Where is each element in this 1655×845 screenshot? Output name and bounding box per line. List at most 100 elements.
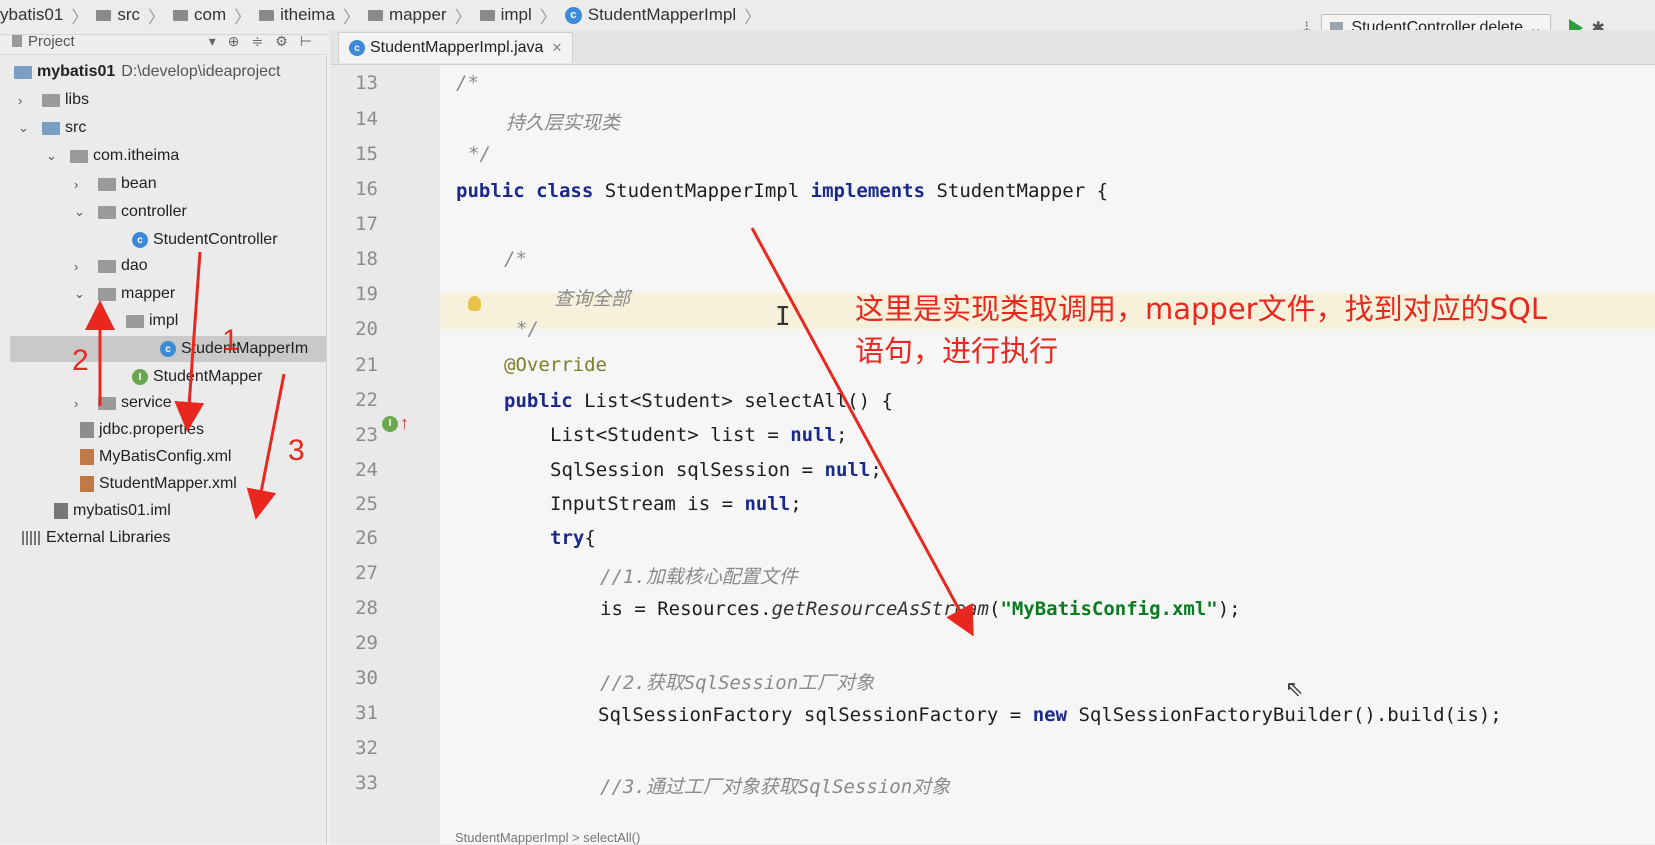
tree-label: StudentMapperIm [181,340,309,357]
line-number: 26 [355,527,378,549]
breadcrumb-item-project[interactable]: ybatis01 〉 [0,3,88,28]
code-text: ; [870,459,882,481]
tree-item-student-mapper[interactable]: I StudentMapper [132,364,262,390]
tab-label: StudentMapperImpl.java [370,39,544,56]
code-line-18: /* [504,248,527,270]
code-text: List<Student> selectAll() { [572,390,893,412]
breadcrumb-label: ybatis01 [0,5,64,24]
annotation-number-2: 2 [72,344,89,377]
tree-item-mybatis-config-xml[interactable]: MyBatisConfig.xml [80,444,231,470]
chevron-right-icon[interactable]: › [18,93,32,108]
locate-icon[interactable]: ⊕ [228,33,240,50]
tree-label: bean [121,175,157,192]
implements-method-gutter-icon[interactable]: I ↑ [382,413,409,434]
lightbulb-icon[interactable] [468,296,481,311]
chevron-right-icon[interactable]: › [74,177,88,192]
project-icon [12,35,22,47]
tree-item-service[interactable]: › service [74,390,172,416]
line-number: 20 [355,318,378,340]
keyword: null [790,424,836,446]
breadcrumb-label: StudentMapperImpl [587,5,737,24]
tree-label: src [65,119,87,136]
chevron-right-icon[interactable]: › [74,259,88,274]
chevron-down-icon[interactable]: ⌄ [102,313,116,329]
interface-icon: I [132,369,148,385]
text-cursor-icon: I [775,302,791,332]
line-number: 25 [355,493,378,515]
tree-label: jdbc.properties [99,421,204,438]
code-line-26: try{ [550,527,596,549]
module-folder-icon [14,65,32,79]
breadcrumb-item-mapper[interactable]: mapper 〉 [360,3,472,28]
tree-label: mybatis01 [37,63,116,80]
breadcrumb-item-impl[interactable]: impl 〉 [472,3,557,28]
tree-label: mapper [121,285,176,302]
line-number: 16 [355,178,378,200]
chevron-down-icon[interactable]: ⌄ [46,148,60,164]
line-number: 23 [355,424,378,446]
collapse-icon[interactable]: ≑ [252,33,264,50]
close-icon[interactable]: ✕ [551,40,562,56]
chevron-right-icon[interactable]: › [74,396,88,411]
tree-item-external-libraries[interactable]: External Libraries [22,525,171,551]
gear-icon[interactable]: ⚙ [275,33,288,50]
line-number: 30 [355,667,378,689]
code-line-33: //3.通过工厂对象获取SqlSession对象 [600,776,951,798]
mouse-pointer-icon: ⇖ [1285,676,1304,701]
tree-item-dao[interactable]: › dao [74,253,148,279]
tree-label: MyBatisConfig.xml [99,448,232,465]
library-icon [22,531,40,545]
line-number: 24 [355,459,378,481]
chevron-down-icon[interactable]: ⌄ [74,286,88,302]
chevron-down-icon[interactable]: ⌄ [74,204,88,220]
project-path: D:\develop\ideaproject [121,63,281,80]
code-line-15: */ [468,143,491,165]
line-number: 31 [355,702,378,724]
tree-item-jdbc-properties[interactable]: jdbc.properties [80,417,204,443]
properties-file-icon [80,422,94,438]
breadcrumb-item-src[interactable]: src 〉 [88,3,165,28]
arrow-up-icon: ↑ [400,413,409,433]
line-number-gutter: 13 14 15 16 17 18 19 20 21 22 23 24 25 2… [330,66,440,844]
chevron-right-icon: 〉 [71,7,89,27]
tree-item-mapper[interactable]: ⌄ mapper [74,281,175,307]
folder-icon [96,9,112,21]
code-text: InputStream is = [550,493,745,515]
code-line-22: public List<Student> selectAll() { [504,390,893,412]
chevron-down-icon[interactable]: ⌄ [18,120,32,136]
breadcrumb-item-class[interactable]: c StudentMapperImpl 〉 [557,3,761,28]
chevron-right-icon: 〉 [539,7,557,27]
chevron-right-icon: 〉 [342,7,360,27]
breadcrumb: ybatis01 〉 src 〉 com 〉 itheima 〉 mapper 〉 imp… [0,0,761,30]
project-panel-title[interactable]: Project [28,33,75,50]
code-line-27: //1.加载核心配置文件 [600,566,798,588]
tree-item-libs[interactable]: › libs [18,87,89,113]
line-number: 21 [355,354,378,376]
tree-label: impl [149,312,179,329]
tree-item-student-controller[interactable]: c StudentController [132,227,278,253]
tree-item-iml[interactable]: mybatis01.iml [54,498,171,524]
tree-item-bean[interactable]: › bean [74,171,157,197]
breadcrumb-item-com[interactable]: com 〉 [165,3,251,28]
tree-item-com-itheima[interactable]: ⌄ com.itheima [46,143,179,169]
hide-panel-icon[interactable]: ⊢ [300,33,312,50]
tab-student-mapper-impl[interactable]: c StudentMapperImpl.java ✕ [338,32,574,63]
tree-item-controller[interactable]: ⌄ controller [74,199,187,225]
folder-icon [173,9,188,21]
tree-item-student-mapper-xml[interactable]: StudentMapper.xml [80,471,237,497]
folder-icon [42,93,60,107]
tree-item-student-mapper-impl[interactable]: c StudentMapperIm [10,336,326,362]
tree-label: dao [121,257,148,274]
tree-item-mybatis01[interactable]: mybatis01 D:\develop\ideaproject [14,59,280,85]
method-name: getResourceAsStream [771,598,989,620]
code-editor[interactable]: /* 持久层实现类 */ public class StudentMapperI… [440,66,1655,844]
code-line-24: SqlSession sqlSession = null; [550,459,882,481]
code-text: StudentMapper { [925,180,1109,202]
chevron-down-icon[interactable]: ▾ [209,33,216,50]
breadcrumb-item-itheima[interactable]: itheima 〉 [251,3,360,28]
tree-item-impl[interactable]: ⌄ impl [102,308,178,334]
class-icon: c [564,6,582,24]
tree-item-src[interactable]: ⌄ src [18,115,86,141]
breadcrumb-label: com [194,5,227,24]
code-text: SqlSession sqlSession = [550,459,825,481]
